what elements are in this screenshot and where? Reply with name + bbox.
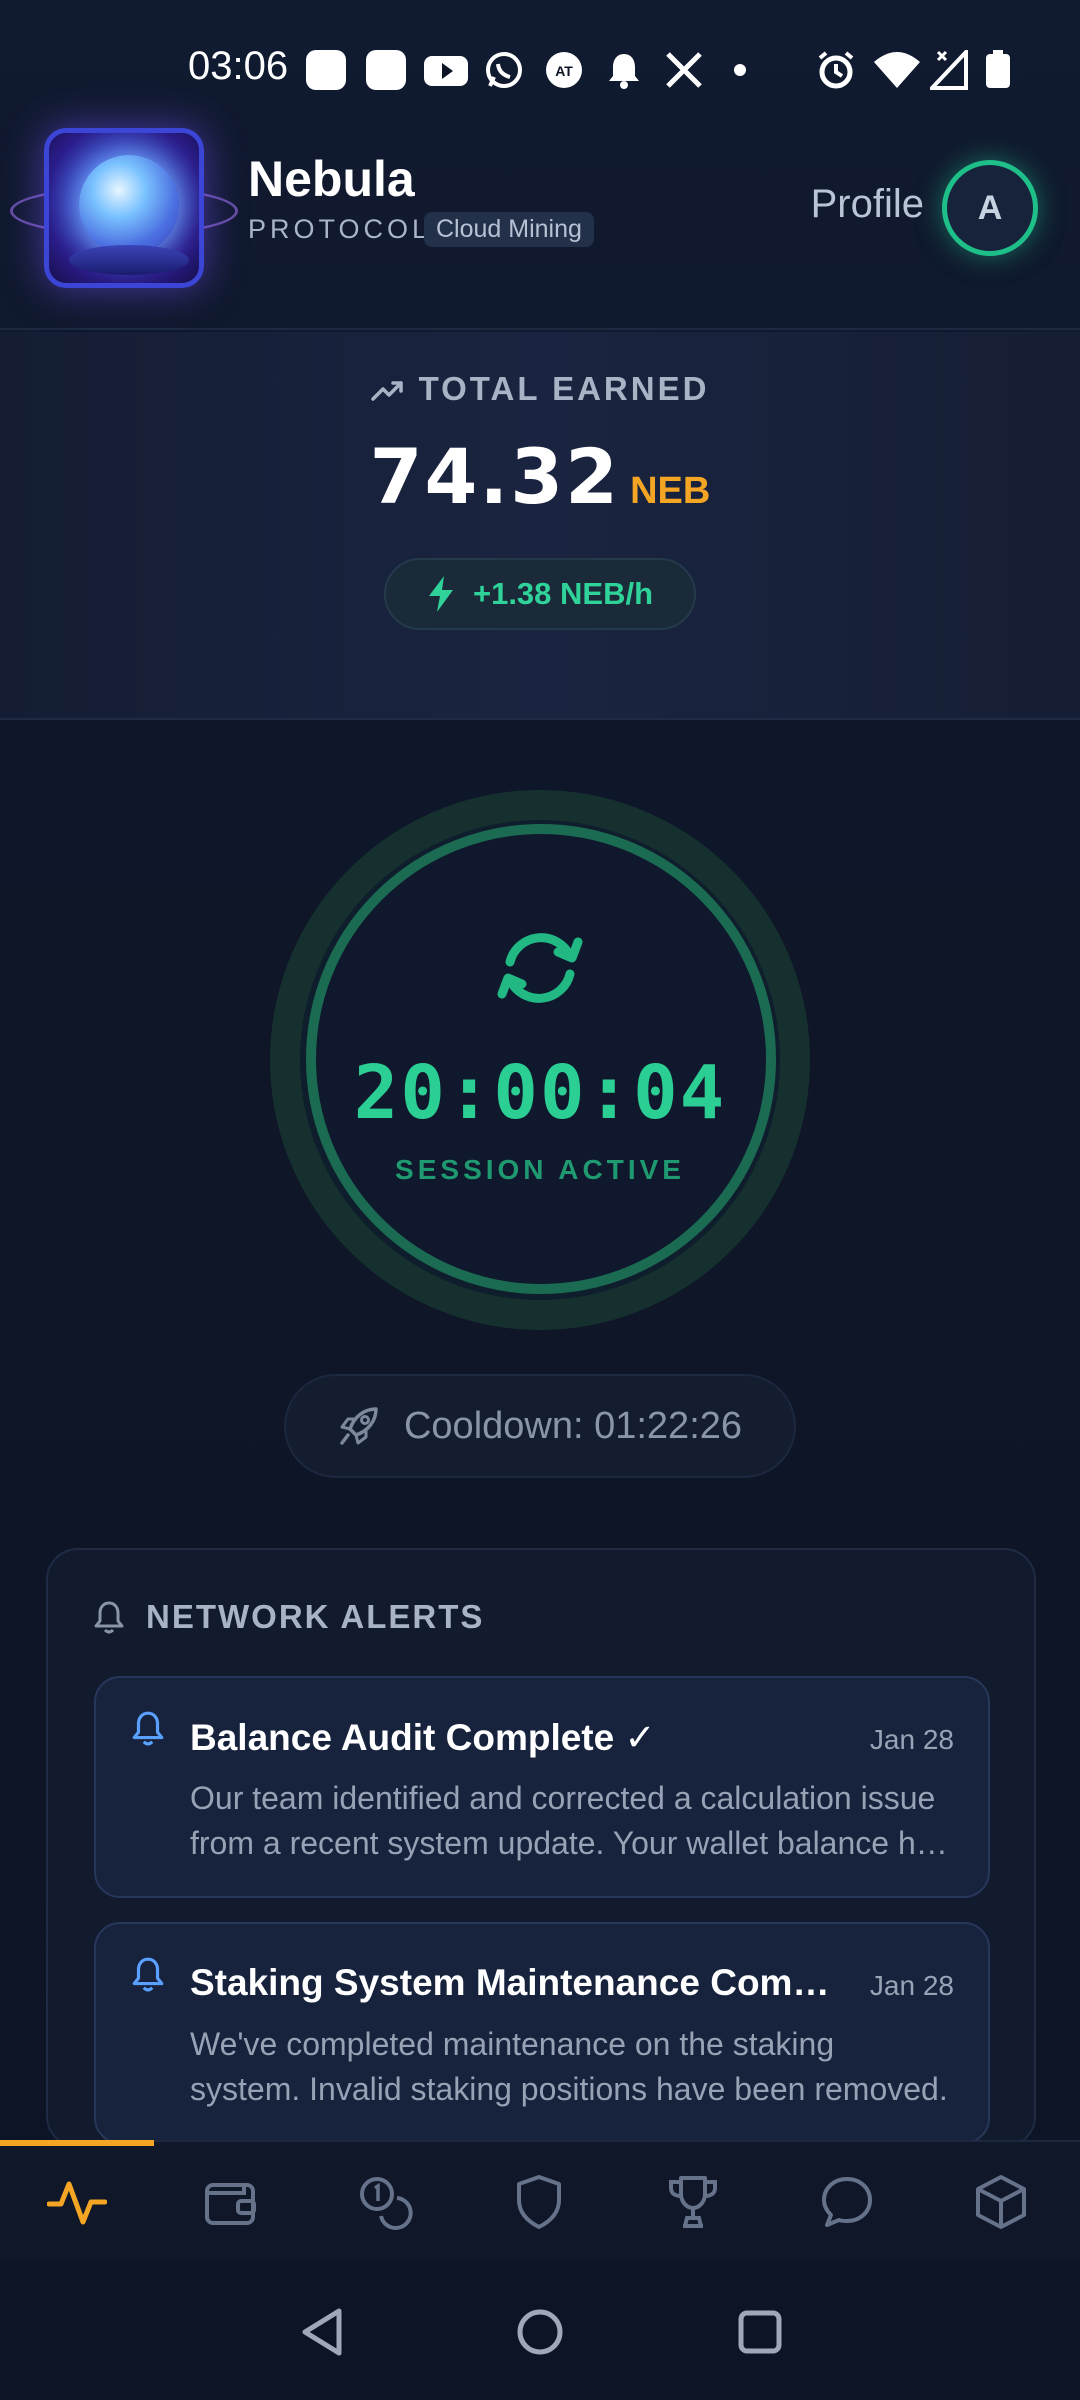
alert-date: Jan 28 (869, 1724, 954, 1755)
alert-date: Jan 28 (869, 1970, 954, 2001)
recents-icon (738, 2310, 782, 2354)
session-status: SESSION ACTIVE (395, 1154, 685, 1185)
nav-leaderboard[interactable] (616, 2170, 770, 2234)
alert-title: Staking System Maintenance Completed (190, 1962, 830, 2003)
recents-button[interactable] (730, 2302, 790, 2362)
home-icon (517, 2309, 563, 2355)
profile-link[interactable]: Profile (811, 182, 924, 227)
nav-activity[interactable] (0, 2170, 154, 2234)
back-icon (302, 2308, 342, 2356)
network-alerts-title: NETWORK ALERTS (146, 1598, 485, 1635)
app-icon (306, 50, 346, 90)
total-earned-value: 74.32 NEB (0, 432, 1080, 521)
box-icon (976, 2175, 1026, 2229)
earning-rate: +1.38 NEB/h (472, 576, 654, 611)
app-header: Nebula PROTOCOL Cloud Mining Profile A (0, 120, 1080, 330)
app-icon: AT (546, 52, 582, 88)
coins-icon (360, 2177, 413, 2230)
bell-icon (94, 1601, 124, 1634)
status-time: 03:06 (188, 44, 289, 88)
network-alerts-header: NETWORK ALERTS (94, 1598, 484, 1636)
nav-coins[interactable] (308, 2170, 462, 2234)
total-earned-panel: TOTAL EARNED 74.32 NEB +1.38 NEB/h (0, 332, 1080, 720)
bell-icon (609, 54, 639, 89)
wifi-icon (874, 52, 920, 88)
cooldown-text: Cooldown: 01:22:26 (403, 1404, 743, 1447)
lightning-icon (428, 576, 453, 612)
alert-body: We've completed maintenance on the staki… (190, 2026, 948, 2107)
battery-icon (986, 50, 1010, 88)
active-tab-indicator (0, 2140, 154, 2146)
system-navigation-bar (0, 2260, 1080, 2400)
sync-icon (497, 933, 583, 1003)
chat-icon (822, 2177, 872, 2227)
nav-security[interactable] (462, 2170, 616, 2234)
alert-body: Our team identified and corrected a calc… (190, 1780, 950, 1861)
app-icon (366, 50, 406, 90)
network-alerts-card: NETWORK ALERTS Balance Audit Complete ✓ … (46, 1548, 1036, 2148)
bell-icon (132, 1957, 164, 1992)
trophy-icon (669, 2176, 717, 2228)
nav-chat[interactable] (770, 2170, 924, 2234)
earned-unit: NEB (630, 470, 711, 512)
home-button[interactable] (510, 2302, 570, 2362)
brand-tag: Cloud Mining (424, 212, 594, 247)
wallet-icon (205, 2183, 256, 2225)
brand-subtitle: PROTOCOL (248, 214, 432, 244)
brand-name: Nebula (248, 151, 415, 207)
avatar[interactable]: A (942, 160, 1038, 256)
nebula-logo[interactable] (10, 128, 238, 288)
svg-text:AT: AT (555, 63, 573, 79)
x-icon (666, 52, 702, 88)
earning-rate-badge: +1.38 NEB/h (384, 558, 696, 630)
app-screen: 03:06 AT Nebula PROTOCOL Cloud Mining Pr… (0, 0, 1080, 2400)
nav-wallet[interactable] (154, 2170, 308, 2234)
trending-up-icon (370, 381, 403, 402)
alert-title: Balance Audit Complete ✓ (190, 1717, 656, 1758)
alert-item[interactable]: Staking System Maintenance Completed Jan… (94, 1922, 990, 2144)
signal-icon (930, 50, 968, 90)
shield-icon (517, 2175, 561, 2229)
earned-amount: 74.32 (369, 432, 621, 521)
whatsapp-icon (486, 52, 522, 88)
total-earned-label: TOTAL EARNED (418, 370, 710, 407)
dot-icon (734, 64, 746, 76)
rocket-icon (340, 1407, 378, 1445)
alert-item[interactable]: Balance Audit Complete ✓ Jan 28 Our team… (94, 1676, 990, 1898)
bell-icon (132, 1711, 164, 1746)
total-earned-title: TOTAL EARNED (0, 370, 1080, 408)
session-timer: 20:00:04 (353, 1050, 727, 1136)
back-button[interactable] (292, 2302, 352, 2362)
bottom-nav (0, 2140, 1080, 2260)
status-bar: 03:06 AT (0, 0, 1080, 120)
alarm-icon (818, 51, 854, 89)
cooldown-badge: Cooldown: 01:22:26 (284, 1374, 796, 1478)
nav-box[interactable] (924, 2170, 1078, 2234)
activity-icon (47, 2181, 107, 2225)
youtube-icon (424, 56, 468, 86)
